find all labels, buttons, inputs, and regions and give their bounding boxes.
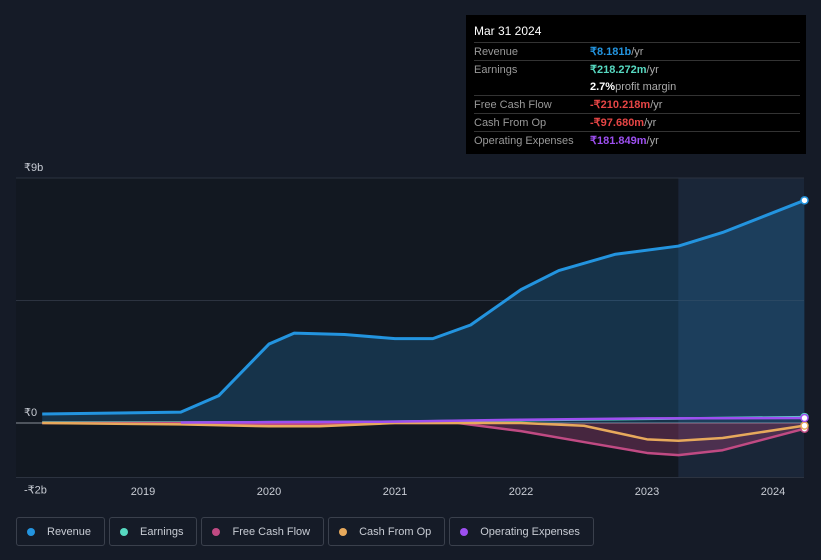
tooltip-label: Operating Expenses: [474, 134, 574, 147]
tooltip-value: ₹218.272m: [590, 64, 647, 76]
legend: Revenue Earnings Free Cash Flow Cash From O…: [16, 517, 594, 546]
y-tick-label: ₹9b: [24, 162, 43, 174]
legend-item-revenue[interactable]: Revenue: [16, 517, 106, 546]
tooltip: Mar 31 2024 Revenue ₹8.181b /yr Earnings ₹2…: [466, 15, 806, 154]
legend-dot-icon: [212, 527, 221, 536]
tooltip-unit: /yr: [646, 63, 659, 76]
tooltip-row: Earnings ₹218.272m /yr: [474, 60, 800, 78]
legend-dot-icon: [27, 527, 35, 536]
tooltip-label: Free Cash Flow: [474, 98, 552, 111]
tooltip-label: Earnings: [474, 63, 518, 76]
tooltip-label: Revenue: [474, 45, 519, 58]
tooltip-label: Cash From Op: [474, 116, 547, 129]
tooltip-unit: profit margin: [615, 80, 677, 93]
legend-label: Cash From Op: [359, 525, 432, 538]
tooltip-row: Free Cash Flow -₹210.218m /yr: [474, 95, 800, 113]
endpoint-marker: [800, 196, 809, 205]
legend-item-operating-expenses[interactable]: Operating Expenses: [449, 517, 594, 546]
legend-label: Earnings: [140, 525, 184, 538]
tooltip-unit: /yr: [644, 116, 657, 129]
tooltip-unit: /yr: [650, 98, 663, 111]
x-tick-label: 2023: [635, 486, 659, 498]
tooltip-row: Cash From Op -₹97.680m /yr: [474, 113, 800, 131]
tooltip-row: Revenue ₹8.181b /yr: [474, 42, 800, 60]
tooltip-row: 2.7% profit margin: [474, 78, 800, 95]
tooltip-value: 2.7%: [590, 80, 616, 93]
legend-label: Free Cash Flow: [232, 525, 311, 538]
x-tick-label: 2019: [131, 486, 155, 498]
tooltip-row: Operating Expenses ₹181.849m /yr: [474, 131, 800, 149]
tooltip-value: ₹181.849m: [590, 135, 647, 147]
legend-item-free-cash-flow[interactable]: Free Cash Flow: [201, 517, 325, 546]
legend-dot-icon: [339, 527, 348, 536]
tooltip-value: ₹8.181b: [590, 46, 632, 58]
tooltip-unit: /yr: [646, 134, 659, 147]
tooltip-value: -₹97.680m: [590, 117, 645, 129]
tooltip-date: Mar 31 2024: [474, 24, 542, 38]
x-tick-label: 2021: [383, 486, 407, 498]
legend-label: Revenue: [47, 525, 92, 538]
x-tick-label: 2024: [761, 486, 785, 498]
legend-item-earnings[interactable]: Earnings: [109, 517, 198, 546]
tooltip-unit: /yr: [631, 45, 644, 58]
legend-dot-icon: [460, 527, 469, 536]
endpoint-marker: [800, 413, 809, 423]
legend-label: Operating Expenses: [480, 525, 580, 538]
tooltip-value: -₹210.218m: [590, 99, 651, 111]
endpoint-marker: [800, 421, 809, 430]
y-tick-label: ₹0: [24, 407, 37, 419]
x-tick-label: 2022: [509, 486, 533, 498]
legend-dot-icon: [120, 527, 129, 536]
x-tick-label: 2020: [257, 486, 281, 498]
legend-item-cash-from-op[interactable]: Cash From Op: [328, 517, 446, 546]
y-tick-label: -₹2b: [24, 484, 47, 496]
